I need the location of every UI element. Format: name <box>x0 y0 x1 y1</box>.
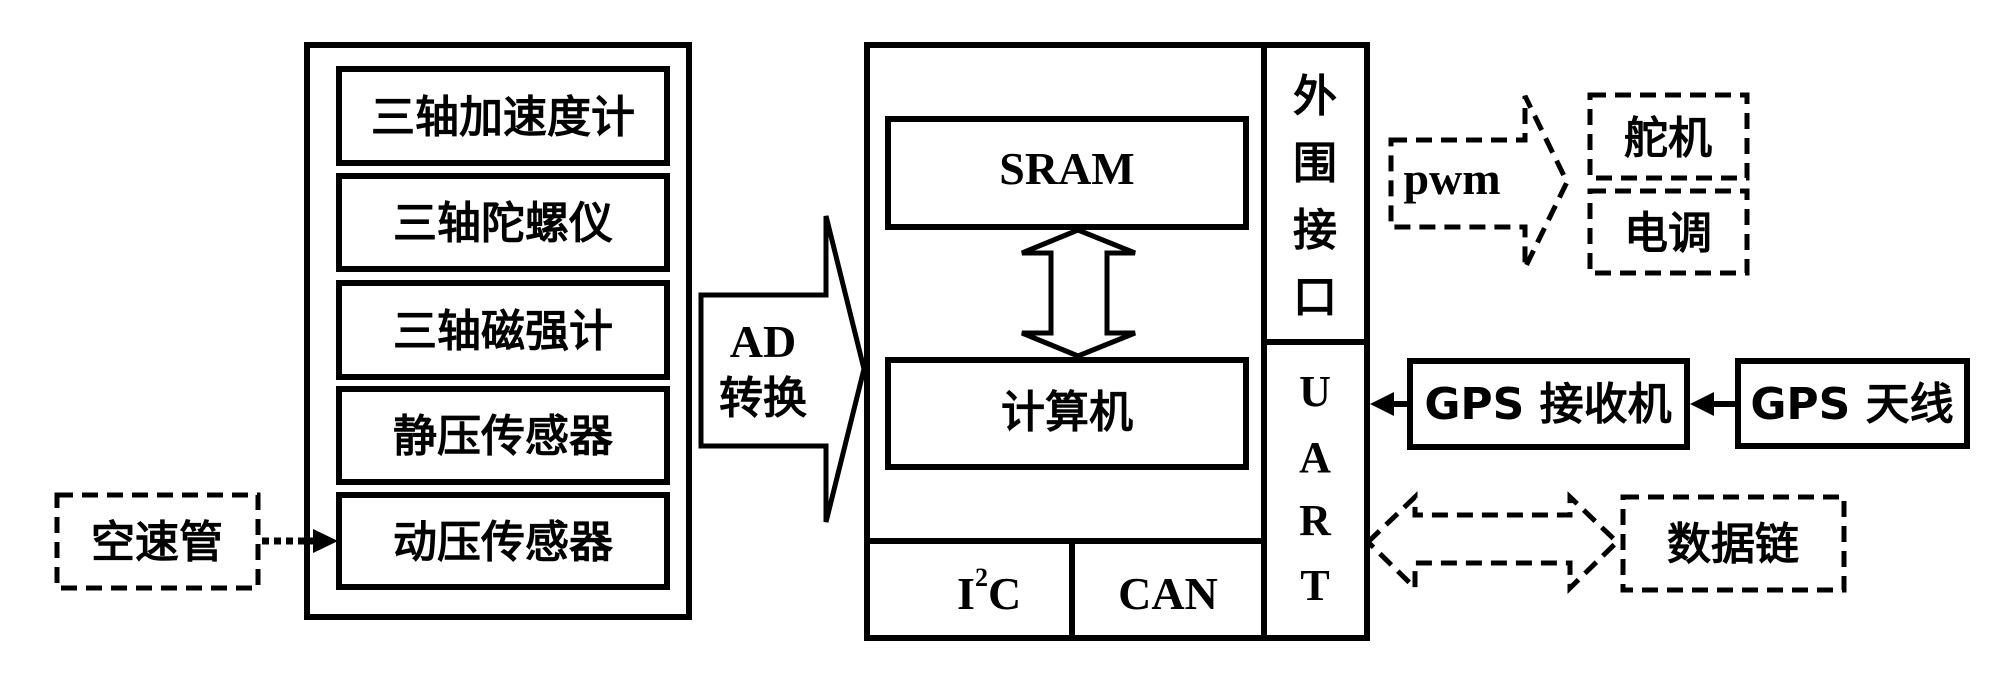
peripheral-char: 接 <box>1293 205 1337 256</box>
pwm-label: pwm <box>1403 153 1500 204</box>
gps-antenna: GPS 天线 <box>1735 358 1970 449</box>
data-link-label: 数据链 <box>1667 519 1799 570</box>
sensor-dynamic-pressure: 动压传感器 <box>336 492 670 590</box>
pitot-tube-label: 空速管 <box>91 517 223 568</box>
i2c-port: I 2 C <box>957 563 1021 619</box>
sram-block: SRAM <box>885 116 1249 230</box>
computer-module: SRAM 计算机 I 2 C CAN 外 围 接 口 U A R T <box>864 42 1370 641</box>
can-label: CAN <box>1118 568 1218 619</box>
pwm-arrow: pwm <box>1388 94 1570 270</box>
ad-arrow-shape <box>698 215 867 523</box>
can-port: CAN <box>1118 568 1218 619</box>
i2c-label-superscript: 2 <box>975 563 988 592</box>
antenna-to-receiver-arrow <box>1690 392 1738 416</box>
system-block-diagram: 三轴加速度计 三轴陀螺仪 三轴磁强计 静压传感器 动压传感器 空速管 AD 转换 <box>54 42 1970 641</box>
sensor-label: 动压传感器 <box>393 517 614 568</box>
sram-label: SRAM <box>999 143 1134 194</box>
data-link: 数据链 <box>1620 494 1847 593</box>
uart-datalink-bidirectional-arrow <box>1364 491 1621 594</box>
cpu-label: 计算机 <box>1001 387 1133 438</box>
pitot-tube: 空速管 <box>54 492 261 591</box>
sensor-magnetometer: 三轴磁强计 <box>336 280 670 380</box>
peripheral-char: 外 <box>1293 71 1337 122</box>
ad-label-line2: 转换 <box>719 373 807 424</box>
uart-char: T <box>1300 561 1329 610</box>
sensor-label: 静压传感器 <box>393 411 614 462</box>
bidirectional-arrow-shape <box>1364 491 1621 594</box>
sensor-module: 三轴加速度计 三轴陀螺仪 三轴磁强计 静压传感器 动压传感器 <box>304 42 692 620</box>
esc: 电调 <box>1587 188 1750 276</box>
cpu-block: 计算机 <box>885 357 1249 470</box>
gps-receiver-label: GPS 接收机 <box>1424 379 1671 430</box>
peripheral-char: 围 <box>1293 138 1337 189</box>
sensor-accelerometer: 三轴加速度计 <box>336 66 670 166</box>
servo: 舵机 <box>1587 92 1750 181</box>
sensor-label: 三轴加速度计 <box>371 92 635 143</box>
uart-char: R <box>1299 496 1332 545</box>
peripheral-char: 口 <box>1293 272 1337 323</box>
gps-receiver: GPS 接收机 <box>1407 358 1690 450</box>
sensor-label: 三轴陀螺仪 <box>393 198 613 249</box>
sensor-static-pressure: 静压传感器 <box>336 386 670 485</box>
arrow-head-icon <box>1370 392 1394 416</box>
sensor-label: 三轴磁强计 <box>393 306 613 357</box>
uart-char: A <box>1299 433 1331 482</box>
arrow-head-icon <box>1690 392 1714 416</box>
i2c-label-suffix: C <box>988 568 1021 619</box>
gps-receiver-to-uart-arrow <box>1370 392 1410 416</box>
gps-antenna-label: GPS 天线 <box>1750 379 1953 430</box>
i2c-label-base: I <box>957 568 975 619</box>
esc-label: 电调 <box>1624 208 1712 259</box>
sensor-gyroscope: 三轴陀螺仪 <box>336 173 670 272</box>
uart-char: U <box>1299 367 1331 416</box>
servo-label: 舵机 <box>1624 113 1712 164</box>
ad-conversion-arrow: AD 转换 <box>698 215 867 523</box>
ad-label-line1: AD <box>730 316 796 367</box>
